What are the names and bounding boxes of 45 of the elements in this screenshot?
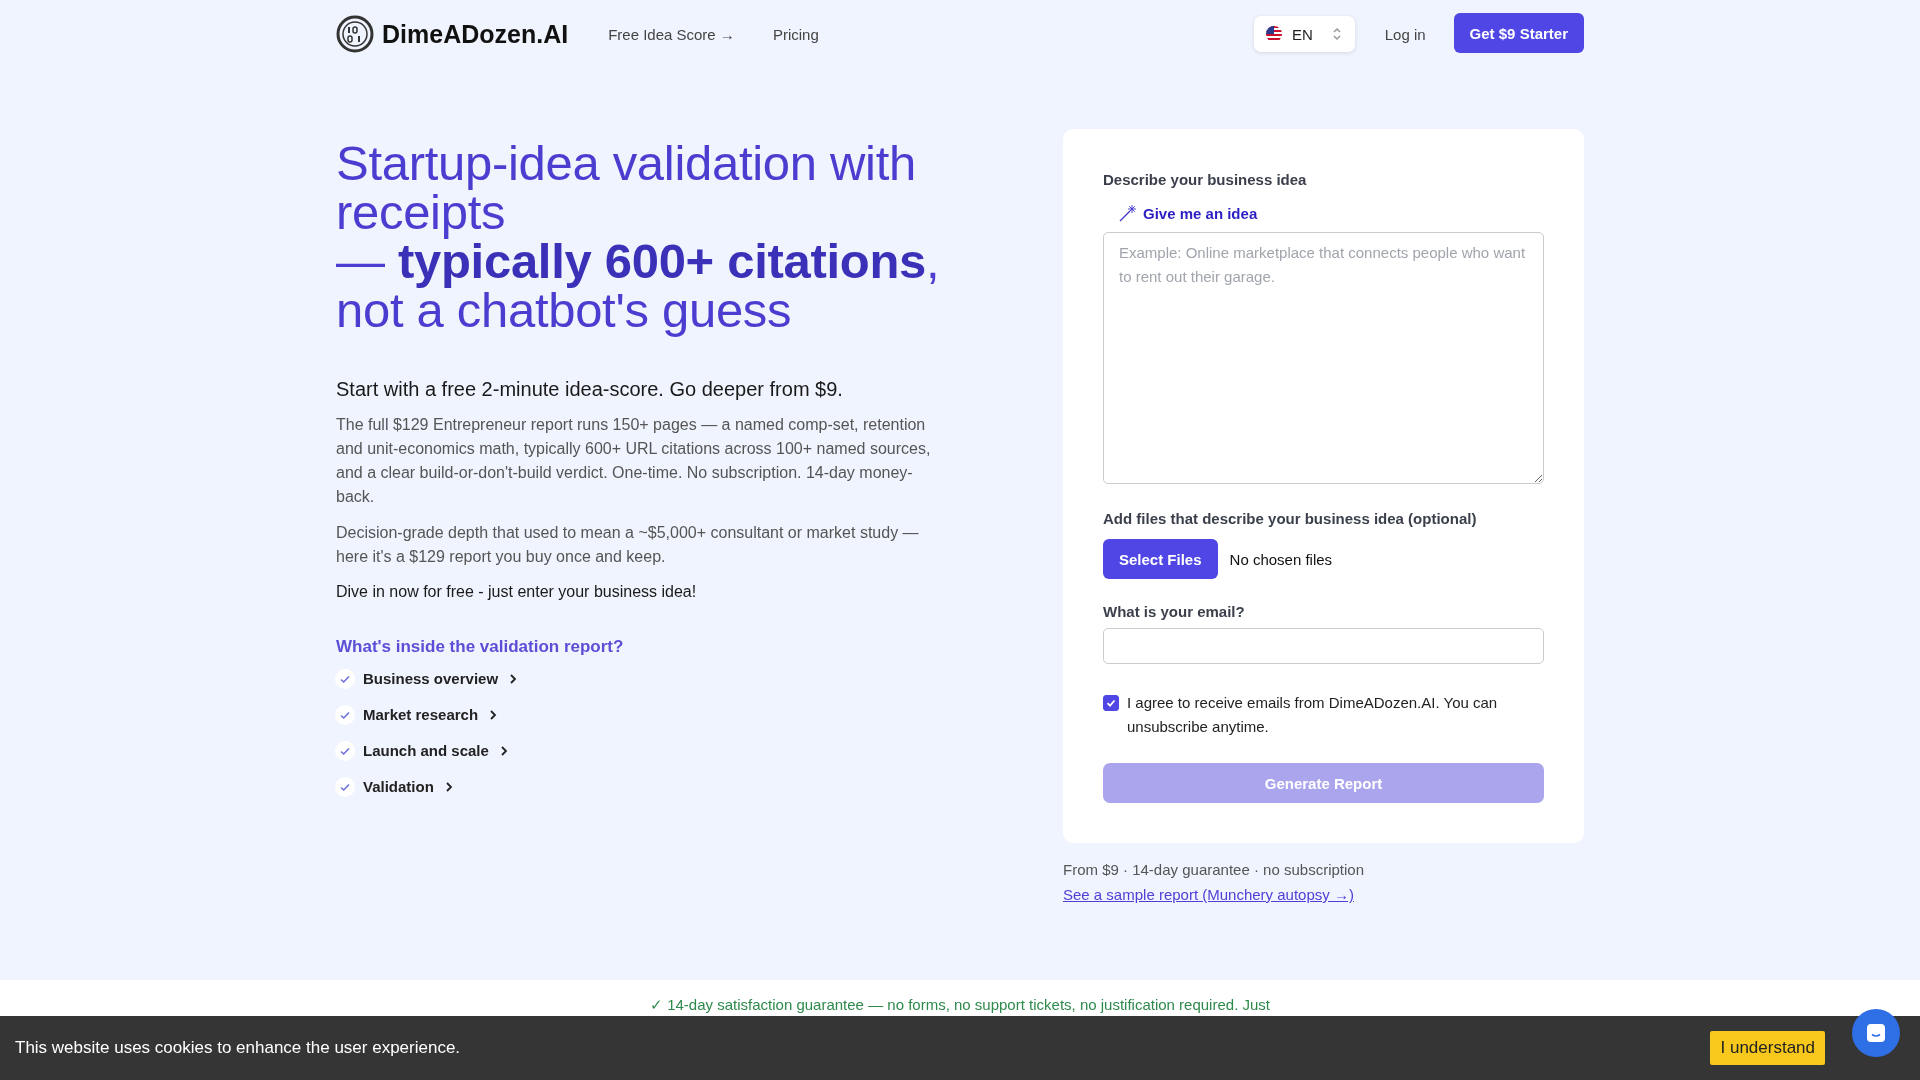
report-section-title: What's inside the validation report? [336,637,625,657]
coin-logo-icon [336,15,374,53]
chevron-icon [488,708,499,721]
report-section-toggle[interactable]: Launch and scale [363,742,509,759]
subheading: Start with a free 2-minute idea-score. Go deeper from $9. [336,378,844,401]
magic-wand-icon [1119,204,1137,222]
flag-icon [1265,26,1282,42]
headline: Startup-idea validation with receipts — typically 600+ citations, not a chatbot's guess [336,139,941,338]
check-icon [335,740,355,761]
field-label: Add files that describe your business idea (optional) [1103,510,1478,527]
nav-link[interactable]: Free Idea Score → [608,25,735,43]
guarantee-text: ✓ 14-day satisfaction guarantee — no forms, no support tickets, no justification required. Just [650,996,1270,1014]
select-files-button[interactable]: Select Files [1103,539,1218,579]
cookie-text: This website uses cookies to enhance the user experience. [15,1038,461,1058]
file-status-text: No chosen files [1229,550,1333,568]
check-icon [335,668,355,689]
sample-report-link[interactable]: See a sample report (Munchery autopsy →) [1063,886,1354,903]
consent-checkbox[interactable] [1103,695,1119,711]
chevron-icon [508,672,519,685]
chevron-icon [498,744,509,757]
consent-text: I agree to receive emails from DimeADozen.AI. You can unsubscribe anytime. [1127,693,1499,737]
email-input[interactable] [1103,628,1544,664]
call-to-action-text: Dive in now for free - just enter your business idea! [336,583,698,601]
nav-link[interactable]: Pricing [772,25,819,43]
logo-link[interactable]: DimeADozen.AI [336,15,569,53]
field-label: Describe your business idea [1103,171,1308,188]
pricing-note: From $9 · 14-day guarantee · no subscription [1063,861,1365,878]
login-link[interactable]: Log in [1384,25,1426,43]
checkmark-icon [1105,697,1117,709]
chevron-icon [443,780,454,793]
report-section-toggle[interactable]: Market research [363,706,499,723]
language-select[interactable]: EN [1253,16,1355,52]
description-paragraph: Decision-grade depth that used to mean a ~$5,000+ consultant or market study — here it's a $129 report you buy once and keep. [336,523,920,567]
report-section-toggle[interactable]: Validation [363,778,454,795]
field-label: What is your email? [1103,603,1246,620]
check-icon [335,776,355,797]
idea-text-area[interactable]: Example: Online marketplace that connects people who want to rent out their garage. [1103,232,1544,484]
check-icon [335,704,355,725]
accept-cookies-button[interactable]: I understand [1710,1031,1825,1065]
updown-chevron-icon [1330,26,1343,42]
report-section-toggle[interactable]: Business overview [363,670,519,687]
chat-icon [1865,1022,1887,1044]
give-idea-button[interactable]: Give me an idea [1119,204,1258,222]
starter-button[interactable]: Get $9 Starter [1453,13,1584,53]
description-paragraph: The full $129 Entrepreneur report runs 150+ pages — a named comp-set, retention and unit-economics math, typically 600+ URL citations across 100+ named sources, and a clear build-or-don't-build verdict. One-time. No subscription. 14-day money-back. [336,415,932,507]
